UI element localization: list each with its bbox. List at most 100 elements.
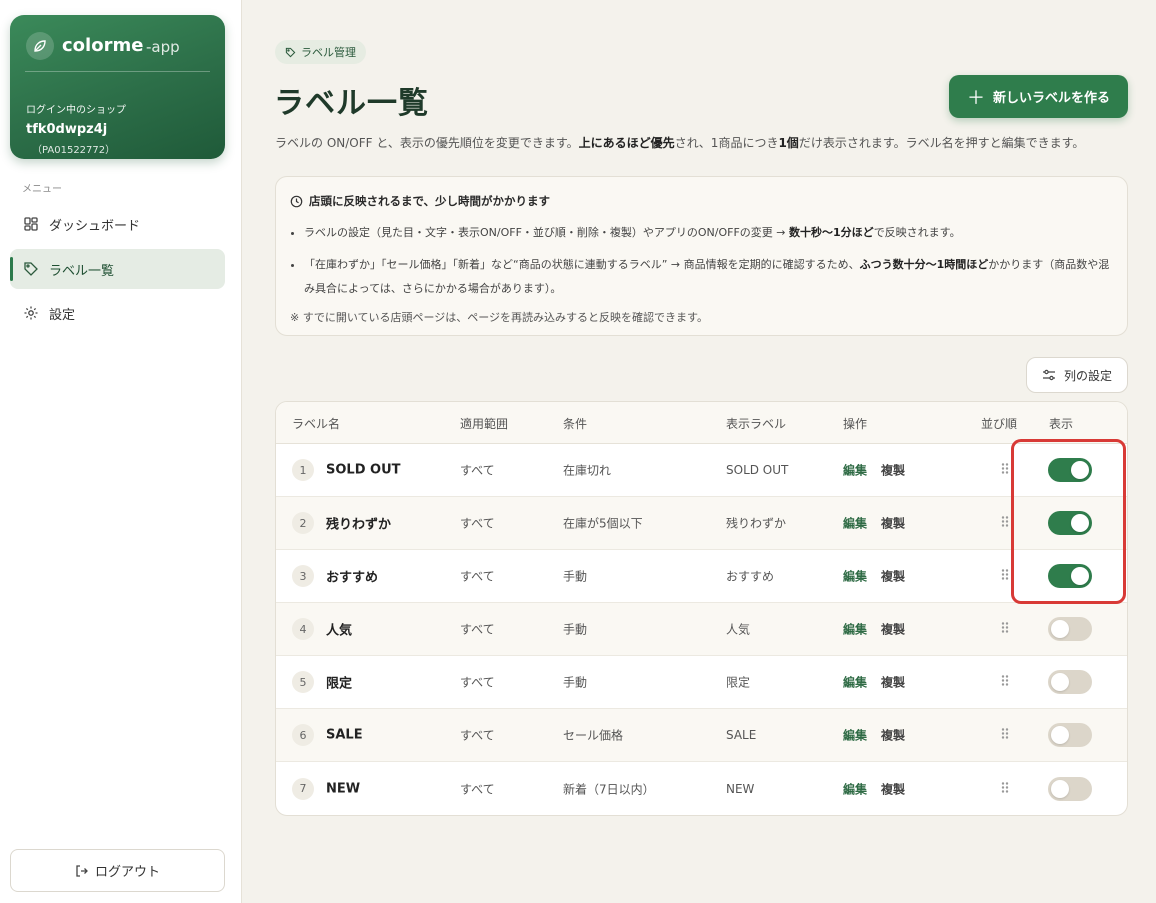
row-scope: すべて <box>460 622 495 637</box>
row-condition: 新着（7日以内） <box>563 782 655 796</box>
sliders-icon <box>1042 368 1056 382</box>
labels-table: ラベル名 適用範囲 条件 表示ラベル 操作 並び順 表示 1 SOLD OUT … <box>275 401 1128 816</box>
page-title: ラベル一覧 <box>274 86 429 121</box>
drag-handle-icon[interactable] <box>1001 569 1009 584</box>
row-display: SOLD OUT <box>726 463 789 477</box>
duplicate-button[interactable]: 複製 <box>881 621 905 638</box>
row-index: 7 <box>292 777 314 800</box>
label-name-link[interactable]: 限定 <box>326 673 352 692</box>
edit-button[interactable]: 編集 <box>843 674 867 691</box>
table-row: 3 おすすめ すべて 手動 おすすめ 編集 複製 <box>276 550 1127 603</box>
notice-list: ラベルの設定（見た目・文字・表示ON/OFF・並び順・削除・複製）やアプリのON… <box>304 221 1113 301</box>
sidebar-item-settings[interactable]: 設定 <box>10 293 225 333</box>
tag-icon <box>22 260 40 278</box>
visibility-toggle[interactable] <box>1048 776 1092 801</box>
label-name-link[interactable]: おすすめ <box>326 567 378 586</box>
header-condition: 条件 <box>563 417 588 431</box>
row-display: NEW <box>726 781 755 796</box>
clock-icon <box>290 195 303 208</box>
notice-text: ラベルの設定（見た目・文字・表示ON/OFF・並び順・削除・複製）やアプリのON… <box>304 226 790 239</box>
desc-text: ラベルの ON/OFF と、表示の優先順位を変更できます。 <box>275 136 579 150</box>
table-row: 6 SALE すべて セール価格 SALE 編集 複製 <box>276 709 1127 762</box>
column-settings-label: 列の設定 <box>1063 368 1112 383</box>
row-scope: すべて <box>460 463 495 478</box>
row-index: 3 <box>292 565 314 587</box>
duplicate-button[interactable]: 複製 <box>881 780 905 797</box>
sidebar-item-label: 設定 <box>49 307 76 323</box>
table-row: 7 NEW すべて 新着（7日以内） NEW 編集 複製 <box>276 762 1127 815</box>
sidebar-item-label: ラベル一覧 <box>49 263 115 279</box>
drag-handle-icon[interactable] <box>1001 516 1009 531</box>
label-name-link[interactable]: 人気 <box>326 620 352 639</box>
drag-handle-icon[interactable] <box>1001 728 1009 743</box>
table-header: ラベル名 適用範囲 条件 表示ラベル 操作 並び順 表示 <box>276 402 1127 444</box>
shop-id: tfk0dwpz4j <box>26 122 108 137</box>
notice-item: 「在庫わずか」「セール価格」「新着」など“商品の状態に連動するラベル” → 商品… <box>304 253 1113 301</box>
logout-button[interactable]: ログアウト <box>10 849 225 892</box>
reflection-notice: 店頭に反映されるまで、少し時間がかかります ラベルの設定（見た目・文字・表示ON… <box>275 176 1128 336</box>
shop-caption: ログイン中のショップ <box>26 105 126 116</box>
notice-title: 店頭に反映されるまで、少し時間がかかります <box>290 193 1113 209</box>
row-display: おすすめ <box>726 569 775 584</box>
row-scope: すべて <box>460 728 495 743</box>
new-label-button[interactable]: ＋ 新しいラベルを作る <box>949 75 1128 118</box>
label-name-link[interactable]: SALE <box>326 728 363 743</box>
visibility-toggle[interactable] <box>1048 564 1092 588</box>
row-condition: 手動 <box>563 675 588 690</box>
visibility-toggle[interactable] <box>1048 458 1092 482</box>
label-name-link[interactable]: 残りわずか <box>326 514 391 533</box>
logout-icon <box>75 864 89 878</box>
sidebar-item-dashboard[interactable]: ダッシュボード <box>10 204 225 244</box>
new-label-button-label: 新しいラベルを作る <box>992 91 1110 106</box>
visibility-toggle[interactable] <box>1048 617 1092 641</box>
drag-handle-icon[interactable] <box>1001 463 1009 478</box>
sidebar: colorme -app ログイン中のショップ tfk0dwpz4j （PA01… <box>0 0 242 903</box>
label-name-link[interactable]: SOLD OUT <box>326 463 401 478</box>
desc-emphasis: 1個 <box>778 136 799 150</box>
tag-icon <box>285 47 296 58</box>
visibility-toggle[interactable] <box>1048 723 1092 747</box>
edit-button[interactable]: 編集 <box>843 727 867 744</box>
row-index: 5 <box>292 671 314 693</box>
drag-handle-icon[interactable] <box>1001 781 1009 796</box>
row-display: 残りわずか <box>726 516 787 531</box>
breadcrumb-label: ラベル管理 <box>301 46 356 59</box>
dashboard-icon <box>22 215 40 233</box>
notice-title-text: 店頭に反映されるまで、少し時間がかかります <box>309 194 551 208</box>
breadcrumb: ラベル管理 <box>275 40 366 64</box>
duplicate-button[interactable]: 複製 <box>881 727 905 744</box>
visibility-toggle[interactable] <box>1048 670 1092 694</box>
label-name-link[interactable]: NEW <box>326 781 360 796</box>
row-index: 6 <box>292 724 314 746</box>
notice-emphasis: 数十秒〜1分ほど <box>789 226 874 239</box>
duplicate-button[interactable]: 複製 <box>881 674 905 691</box>
visibility-toggle[interactable] <box>1048 511 1092 535</box>
duplicate-button[interactable]: 複製 <box>881 568 905 585</box>
edit-button[interactable]: 編集 <box>843 621 867 638</box>
shop-card: colorme -app ログイン中のショップ tfk0dwpz4j （PA01… <box>10 15 225 159</box>
brand-suffix: -app <box>146 38 180 56</box>
header-actions: 操作 <box>843 417 868 431</box>
row-display: SALE <box>726 728 757 742</box>
drag-handle-icon[interactable] <box>1001 675 1009 690</box>
column-settings-button[interactable]: 列の設定 <box>1026 357 1128 393</box>
edit-button[interactable]: 編集 <box>843 462 867 479</box>
drag-handle-icon[interactable] <box>1001 622 1009 637</box>
row-condition: 在庫が5個以下 <box>563 516 643 531</box>
notice-text: で反映されます。 <box>873 226 961 239</box>
edit-button[interactable]: 編集 <box>843 568 867 585</box>
row-scope: すべて <box>460 516 495 531</box>
header-visible: 表示 <box>1049 417 1074 431</box>
desc-text: され、1商品につき <box>674 136 779 150</box>
row-condition: 手動 <box>563 622 588 637</box>
header-name: ラベル名 <box>292 417 341 431</box>
sidebar-item-labels[interactable]: ラベル一覧 <box>10 249 225 289</box>
row-display: 限定 <box>726 675 751 690</box>
plus-icon: ＋ <box>966 87 985 109</box>
edit-button[interactable]: 編集 <box>843 515 867 532</box>
duplicate-button[interactable]: 複製 <box>881 515 905 532</box>
edit-button[interactable]: 編集 <box>843 780 867 797</box>
gear-icon <box>22 304 40 322</box>
shop-code: （PA01522772） <box>32 145 116 156</box>
duplicate-button[interactable]: 複製 <box>881 462 905 479</box>
